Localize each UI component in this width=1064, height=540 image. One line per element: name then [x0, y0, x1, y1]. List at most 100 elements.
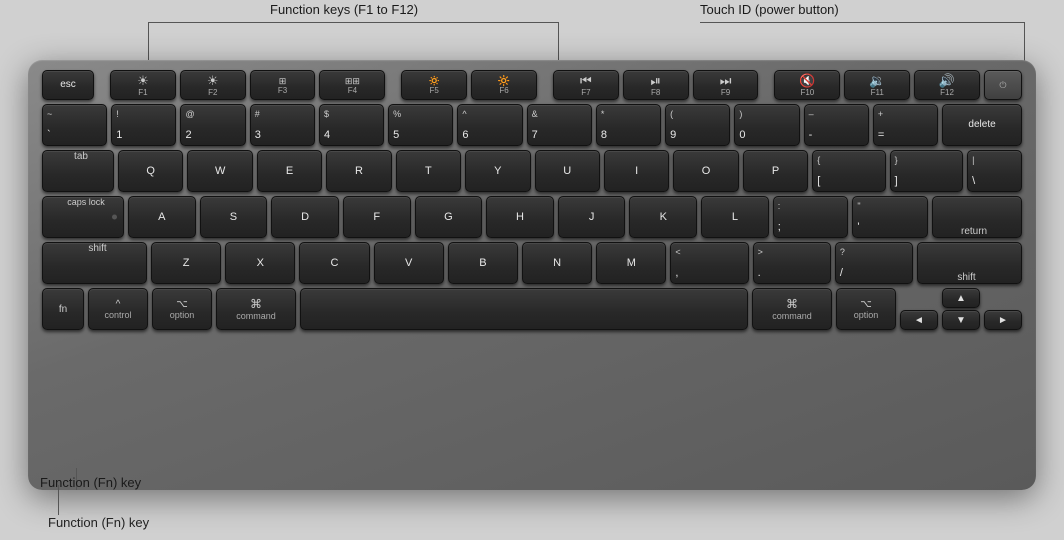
key-slash[interactable]: ?/: [835, 242, 913, 284]
key-lbracket[interactable]: {[: [812, 150, 885, 192]
key-f6[interactable]: 🔆F6: [471, 70, 537, 100]
key-return[interactable]: return: [932, 196, 1022, 238]
key-f2[interactable]: ☀F2: [180, 70, 246, 100]
fn-row: esc ☀F1 ☀F2 ⊞F3 ⊞⊞F4 🔅F5 🔆F6 ⏮F7 ⏯F8 ⏭F9…: [42, 70, 1022, 100]
key-p[interactable]: P: [743, 150, 808, 192]
key-comma[interactable]: <,: [670, 242, 748, 284]
fn-key-annotation: Function (Fn) key: [48, 505, 149, 530]
page-container: Function keys (F1 to F12) Touch ID (powe…: [0, 0, 1064, 540]
key-0[interactable]: )0: [734, 104, 799, 146]
function-keys-line-vr: [558, 22, 559, 64]
key-n[interactable]: N: [522, 242, 592, 284]
fn-annotation-label: Function (Fn) key: [40, 475, 141, 490]
key-c[interactable]: C: [299, 242, 369, 284]
key-shift-left[interactable]: shift: [42, 242, 147, 284]
key-capslock[interactable]: caps lock: [42, 196, 124, 238]
key-8[interactable]: *8: [596, 104, 661, 146]
touchid-line-h: [700, 22, 1025, 23]
top-annotations: Function keys (F1 to F12) Touch ID (powe…: [0, 0, 1064, 65]
key-s[interactable]: S: [200, 196, 268, 238]
function-keys-line-vl: [148, 22, 149, 64]
key-t[interactable]: T: [396, 150, 461, 192]
capslock-indicator: [112, 215, 117, 220]
key-d[interactable]: D: [271, 196, 339, 238]
key-2[interactable]: @2: [180, 104, 245, 146]
key-f1[interactable]: ☀F1: [110, 70, 176, 100]
arrow-bottom-row: ◄ ▼ ►: [900, 310, 1022, 330]
key-4[interactable]: $4: [319, 104, 384, 146]
keyboard: esc ☀F1 ☀F2 ⊞F3 ⊞⊞F4 🔅F5 🔆F6 ⏮F7 ⏯F8 ⏭F9…: [28, 60, 1036, 490]
key-7[interactable]: &7: [527, 104, 592, 146]
key-space[interactable]: [300, 288, 748, 330]
key-w[interactable]: W: [187, 150, 252, 192]
key-esc[interactable]: esc: [42, 70, 94, 100]
key-r[interactable]: R: [326, 150, 391, 192]
key-touchid[interactable]: ⏻: [984, 70, 1022, 100]
key-delete[interactable]: delete: [942, 104, 1022, 146]
key-z[interactable]: Z: [151, 242, 221, 284]
key-minus[interactable]: –-: [804, 104, 869, 146]
key-arrow-up[interactable]: ▲: [942, 288, 980, 308]
key-y[interactable]: Y: [465, 150, 530, 192]
key-m[interactable]: M: [596, 242, 666, 284]
tab-row: tab Q W E R T Y U I O P {[ }] |\: [42, 150, 1022, 192]
key-g[interactable]: G: [415, 196, 483, 238]
key-v[interactable]: V: [374, 242, 444, 284]
key-semicolon[interactable]: :;: [773, 196, 849, 238]
key-9[interactable]: (9: [665, 104, 730, 146]
key-f7[interactable]: ⏮F7: [553, 70, 619, 100]
key-u[interactable]: U: [535, 150, 600, 192]
key-arrow-right[interactable]: ►: [984, 310, 1022, 330]
key-k[interactable]: K: [629, 196, 697, 238]
key-f12[interactable]: 🔊F12: [914, 70, 980, 100]
key-command-left[interactable]: ⌘ command: [216, 288, 296, 330]
key-quote[interactable]: "': [852, 196, 928, 238]
key-command-right[interactable]: ⌘ command: [752, 288, 832, 330]
touchid-line-v: [1024, 22, 1025, 64]
key-f9[interactable]: ⏭F9: [693, 70, 759, 100]
key-b[interactable]: B: [448, 242, 518, 284]
key-shift-right[interactable]: shift: [917, 242, 1022, 284]
key-x[interactable]: X: [225, 242, 295, 284]
key-rbracket[interactable]: }]: [890, 150, 963, 192]
key-a[interactable]: A: [128, 196, 196, 238]
key-equals[interactable]: +=: [873, 104, 938, 146]
key-fn[interactable]: fn: [42, 288, 84, 330]
key-h[interactable]: H: [486, 196, 554, 238]
key-i[interactable]: I: [604, 150, 669, 192]
key-arrow-down[interactable]: ▼: [942, 310, 980, 330]
key-arrow-left[interactable]: ◄: [900, 310, 938, 330]
key-f10[interactable]: 🔇F10: [774, 70, 840, 100]
key-period[interactable]: >.: [753, 242, 831, 284]
key-backslash[interactable]: |\: [967, 150, 1022, 192]
key-6[interactable]: ^6: [457, 104, 522, 146]
key-3[interactable]: #3: [250, 104, 315, 146]
key-o[interactable]: O: [673, 150, 738, 192]
key-l[interactable]: L: [701, 196, 769, 238]
key-5[interactable]: %5: [388, 104, 453, 146]
fn-key-annotation-text: Function (Fn) key: [48, 515, 149, 530]
touchid-annotation: Touch ID (power button): [700, 2, 839, 17]
key-control[interactable]: ^ control: [88, 288, 148, 330]
key-f5[interactable]: 🔅F5: [401, 70, 467, 100]
arrow-right-spacer: [984, 288, 1022, 308]
key-f11[interactable]: 🔉F11: [844, 70, 910, 100]
key-tilde[interactable]: ~`: [42, 104, 107, 146]
number-row: ~` !1 @2 #3 $4 %5 ^6 &7 *8 (9 )0 –- += d…: [42, 104, 1022, 146]
key-option-right[interactable]: ⌥ option: [836, 288, 896, 330]
key-q[interactable]: Q: [118, 150, 183, 192]
arrow-up-spacer: [900, 288, 938, 308]
function-keys-line-h: [148, 22, 558, 23]
key-j[interactable]: J: [558, 196, 626, 238]
key-tab[interactable]: tab: [42, 150, 114, 192]
key-f3[interactable]: ⊞F3: [250, 70, 316, 100]
arrow-key-group: ▲ ◄ ▼ ►: [900, 288, 1022, 330]
function-keys-annotation: Function keys (F1 to F12): [270, 2, 418, 17]
key-f4[interactable]: ⊞⊞F4: [319, 70, 385, 100]
key-f[interactable]: F: [343, 196, 411, 238]
key-f8[interactable]: ⏯F8: [623, 70, 689, 100]
arrow-up-row: ▲: [900, 288, 1022, 308]
key-1[interactable]: !1: [111, 104, 176, 146]
key-e[interactable]: E: [257, 150, 322, 192]
key-option-left[interactable]: ⌥ option: [152, 288, 212, 330]
